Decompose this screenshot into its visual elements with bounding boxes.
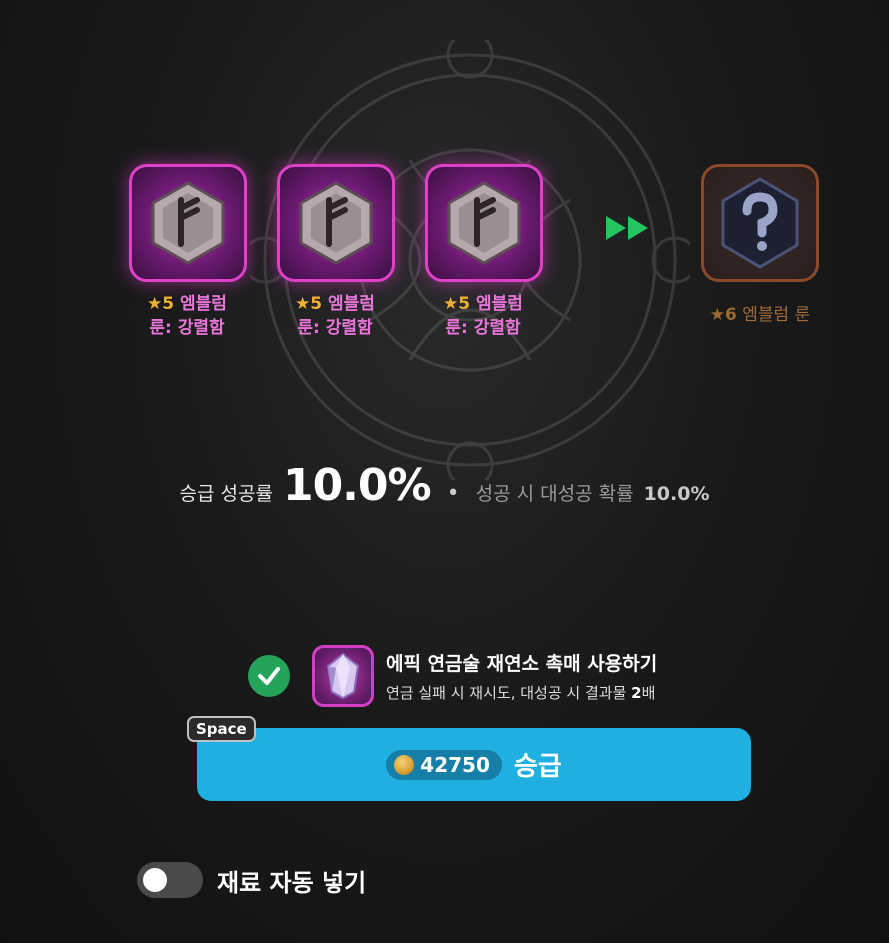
catalyst-option[interactable]: 에픽 연금술 재연소 촉매 사용하기 연금 실패 시 재시도, 대성공 시 결과… xyxy=(248,645,657,707)
toggle-knob xyxy=(143,868,167,892)
success-rate-row: 승급 성공률 10.0% • 성공 시 대성공 확률 10.0% xyxy=(0,460,889,511)
slot-label-3: ★5 엠블럼 룬: 강렬함 xyxy=(443,294,523,338)
rune-icon xyxy=(447,181,521,265)
result-label: ★6 엠블럼 룬 xyxy=(709,305,811,325)
cost-pill: 42750 xyxy=(386,749,502,780)
auto-fill-row[interactable]: 재료 자동 넣기 xyxy=(137,862,366,898)
ingredient-slot-3[interactable] xyxy=(425,164,543,282)
rune-icon xyxy=(151,181,225,265)
fast-forward-arrow-icon xyxy=(606,216,648,240)
ingredient-slot-1[interactable] xyxy=(129,164,247,282)
upgrade-cost: 42750 xyxy=(420,752,490,777)
ingredient-slot-2[interactable] xyxy=(277,164,395,282)
rune-icon xyxy=(299,181,373,265)
catalyst-description: 연금 실패 시 재시도, 대성공 시 결과물 2배 xyxy=(386,684,656,702)
upgrade-label: 승급 xyxy=(513,752,562,782)
great-success-label: 성공 시 대성공 확률 xyxy=(475,483,634,505)
slot-label-2: ★5 엠블럼 룬: 강렬함 xyxy=(295,294,375,338)
catalyst-title: 에픽 연금술 재연소 촉매 사용하기 xyxy=(386,653,658,675)
auto-fill-toggle[interactable] xyxy=(137,862,203,898)
slot-label-1: ★5 엠블럼 룬: 강렬함 xyxy=(147,294,227,338)
success-rate-value: 10.0% xyxy=(282,460,432,511)
gold-coin-icon xyxy=(394,754,415,775)
catalyst-checkbox[interactable] xyxy=(248,655,290,697)
auto-fill-label: 재료 자동 넣기 xyxy=(217,868,367,897)
check-icon xyxy=(258,667,280,685)
great-success-value: 10.0% xyxy=(643,483,710,505)
space-hotkey-badge: Space xyxy=(187,716,256,742)
separator-dot: • xyxy=(446,481,460,506)
success-rate-label: 승급 성공률 xyxy=(179,483,273,505)
crystal-icon xyxy=(326,652,360,700)
upgrade-button[interactable]: 42750 승급 xyxy=(197,728,751,801)
result-slot xyxy=(701,164,819,282)
catalyst-item-icon xyxy=(312,645,374,707)
question-icon xyxy=(721,177,799,269)
